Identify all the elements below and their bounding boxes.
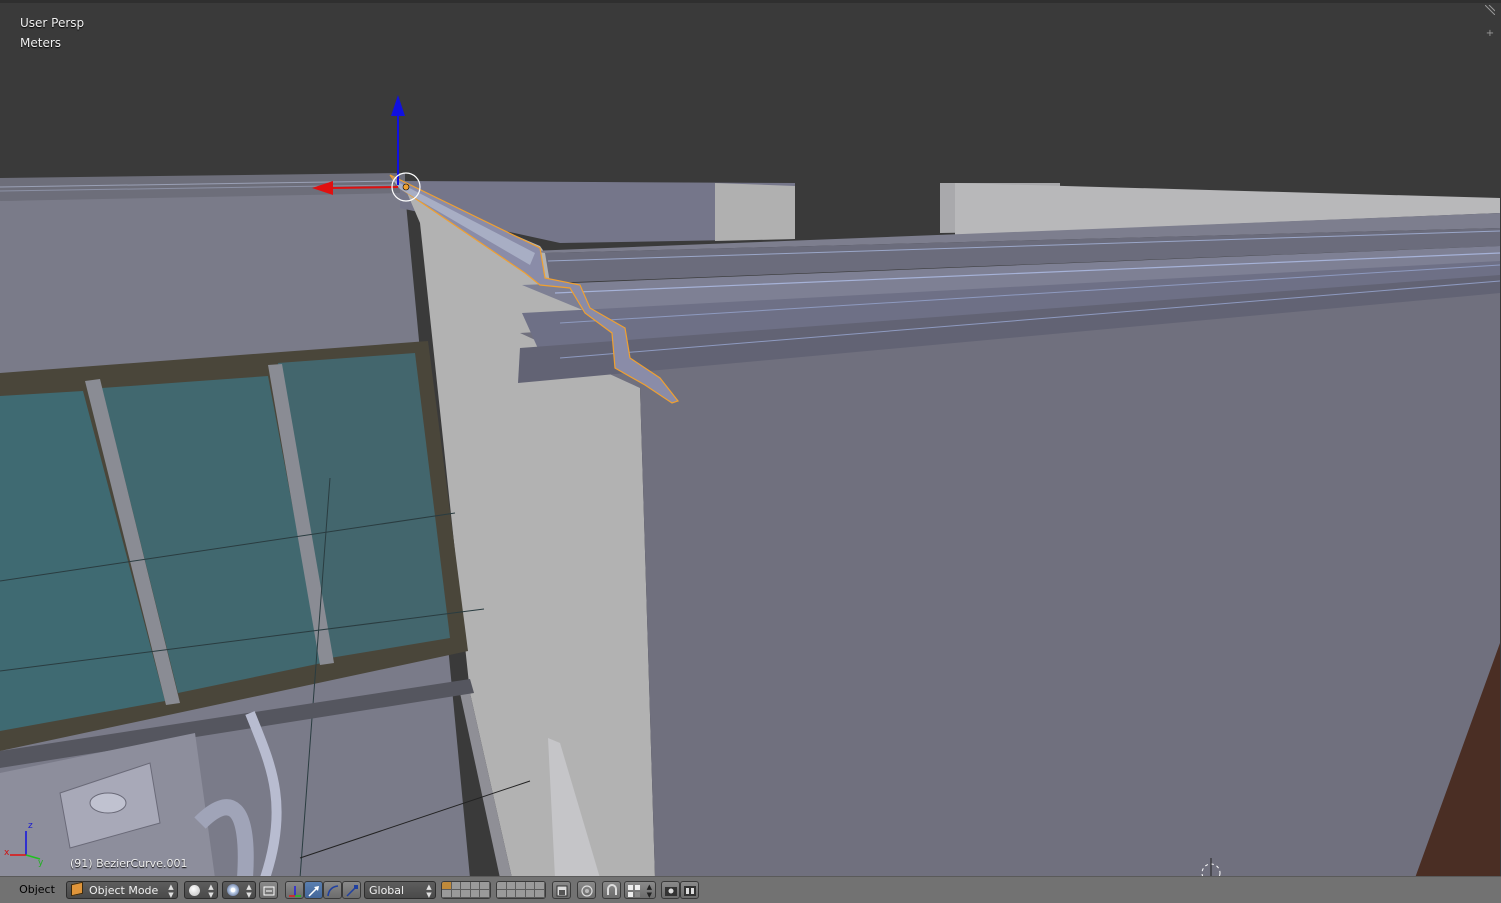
layer-2[interactable] [451,882,462,890]
viewport-shading-select[interactable]: ▲ ▼ [184,881,218,899]
layer-14[interactable] [470,890,481,898]
layer-17[interactable] [506,890,517,898]
layer-5[interactable] [480,882,490,890]
properties-toggle-icon[interactable]: + [1485,29,1495,39]
layer-9[interactable] [525,882,536,890]
layer-4[interactable] [470,882,481,890]
layers-grid-right[interactable] [496,881,546,899]
pivot-point-select[interactable]: ▲ ▼ [222,881,256,899]
render-anim-icon [684,886,696,896]
mode-label: Object Mode [89,884,159,897]
snap-element-select[interactable]: ▲ ▼ [624,881,656,899]
layer-6[interactable] [497,882,507,890]
transform-orientation-select[interactable]: Global ▲ ▼ [364,881,436,899]
layer-3[interactable] [461,882,471,890]
scale-mode-button[interactable] [342,881,361,899]
object-menu[interactable]: Object [14,881,60,899]
snap-magnet-icon [607,884,617,895]
updown-arrows-icon: ▲ ▼ [168,883,174,899]
layer-13[interactable] [461,890,471,898]
manipulator-axes-icon [289,886,301,897]
snap-toggle-button[interactable] [602,881,621,899]
pivot-point-icon [227,884,239,896]
interaction-mode-select[interactable]: Object Mode ▲ ▼ [66,881,178,899]
rotate-arc-icon [327,885,339,897]
opengl-anim-button[interactable] [680,881,699,899]
pivot-align-button[interactable] [259,881,278,899]
lock-layer-icon [556,885,568,897]
render-still-icon [665,887,677,896]
layer-18[interactable] [516,890,526,898]
updown-arrows-icon: ▲ ▼ [646,883,652,899]
layer-16[interactable] [497,890,507,898]
orientation-label: Global [369,884,405,897]
far-block-1-face [715,183,795,241]
opengl-render-button[interactable] [661,881,680,899]
solid-sphere-icon [189,885,200,896]
svg-text:y: y [38,858,44,868]
rotate-mode-button[interactable] [323,881,342,899]
layer-7[interactable] [506,882,517,890]
layer-10[interactable] [535,882,545,890]
3d-view-header: Object Object Mode ▲ ▼ ▲ ▼ ▲ ▼ Global ▲ … [0,876,1501,903]
svg-text:x: x [4,848,10,858]
scale-arrow-icon [346,885,358,897]
layer-15[interactable] [480,890,490,898]
svg-text:z: z [28,821,33,831]
3d-viewport[interactable]: z x y User Persp Meters (91) BezierCurve… [0,0,1501,876]
scene-render: z x y [0,95,1501,876]
blender-window: z x y User Persp Meters (91) BezierCurve… [0,0,1501,903]
layer-11[interactable] [442,890,452,898]
pivot-align-icon [263,886,275,896]
view-name-label: User Persp [20,16,85,30]
area-split-corner-icon[interactable] [1484,4,1496,16]
active-object-info: (91) BezierCurve.001 [70,857,188,870]
updown-arrows-icon: ▲ ▼ [208,883,214,899]
units-label: Meters [20,36,62,50]
layer-1[interactable] [442,882,452,890]
updown-arrows-icon: ▲ ▼ [246,883,252,899]
layer-12[interactable] [451,890,462,898]
layer-8[interactable] [516,882,526,890]
proportional-edit-button[interactable] [577,881,596,899]
proportional-edit-icon [581,885,593,897]
layer-20[interactable] [535,890,545,898]
layer-19[interactable] [525,890,536,898]
manipulator-toggle-button[interactable] [285,881,304,899]
lock-layers-button[interactable] [552,881,571,899]
translate-mode-button[interactable] [304,881,323,899]
updown-arrows-icon: ▲ ▼ [426,883,432,899]
snap-target-icon [628,885,640,897]
object-cube-icon [71,881,83,897]
translate-arrow-icon [308,886,319,897]
layers-grid-left[interactable] [441,881,491,899]
